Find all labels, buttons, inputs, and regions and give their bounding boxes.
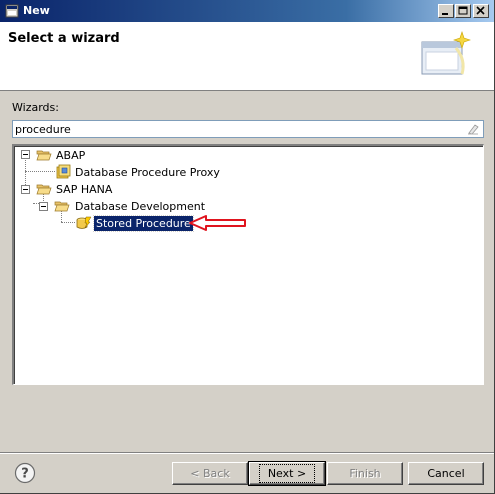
maximize-button[interactable] (455, 4, 471, 18)
tree-node-database-procedure-proxy[interactable]: Database Procedure Proxy (75, 166, 220, 179)
clear-filter-icon[interactable] (467, 123, 479, 135)
title-bar[interactable]: New (0, 0, 494, 22)
minimize-button[interactable] (438, 4, 454, 18)
abap-collapse-toggle[interactable] (21, 150, 30, 159)
wizard-tree[interactable]: ABAP Database Procedure Proxy SAP HANA D… (12, 144, 484, 385)
window-icon (5, 4, 19, 18)
wizards-label: Wizards: (12, 101, 59, 114)
folder-open-icon (36, 150, 52, 161)
back-button[interactable]: < Back (172, 462, 248, 485)
filter-input[interactable] (15, 122, 455, 136)
tree-node-sap-hana[interactable]: SAP HANA (56, 183, 112, 196)
next-button-label: Next > (258, 464, 316, 483)
tree-connector (25, 160, 26, 185)
sap-hana-collapse-toggle[interactable] (21, 185, 30, 194)
window-title: New (23, 4, 50, 17)
cancel-button[interactable]: Cancel (408, 462, 484, 485)
database-development-collapse-toggle[interactable] (39, 202, 48, 211)
wizard-banner-icon (421, 31, 471, 75)
tree-node-database-development[interactable]: Database Development (75, 200, 205, 213)
wizard-header: Select a wizard (0, 22, 494, 91)
help-icon[interactable]: ? (14, 462, 36, 484)
tree-connector (25, 171, 55, 172)
close-button[interactable] (473, 4, 489, 18)
tree-connector (61, 222, 75, 223)
page-title: Select a wizard (8, 31, 120, 46)
procedure-proxy-icon (56, 164, 71, 179)
stored-procedure-icon (76, 216, 92, 229)
annotation-arrow-icon (189, 215, 246, 231)
svg-text:?: ? (21, 467, 29, 482)
folder-open-icon (54, 201, 70, 212)
next-button[interactable]: Next > (248, 461, 326, 486)
maximize-icon (458, 6, 468, 15)
filter-field[interactable] (12, 120, 484, 138)
tree-node-abap[interactable]: ABAP (56, 149, 85, 162)
minimize-icon (442, 13, 448, 15)
finish-button[interactable]: Finish (327, 462, 403, 485)
close-icon (476, 6, 485, 15)
tree-node-stored-procedure[interactable]: Stored Procedure (93, 215, 194, 232)
footer-separator (0, 452, 494, 454)
new-wizard-dialog: New Select a wizard Wizards: procedure A… (0, 0, 495, 494)
folder-open-icon (36, 184, 52, 195)
